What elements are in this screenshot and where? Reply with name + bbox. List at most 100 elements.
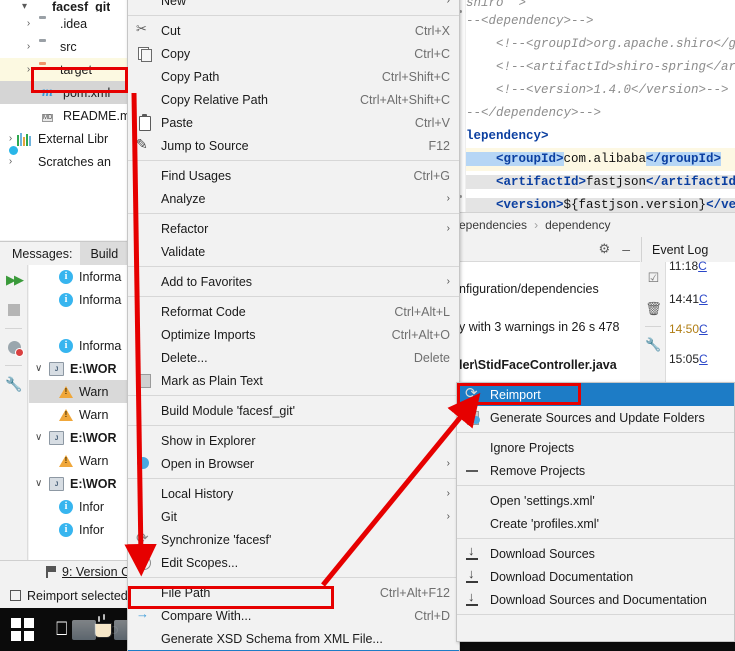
event-time: 11:18 — [669, 259, 699, 273]
menu-item-copy-path[interactable]: Copy Path Ctrl+Shift+C — [128, 65, 459, 88]
tab-build[interactable]: Build — [80, 241, 129, 266]
menu-label: Download Sources — [490, 546, 595, 561]
event-link[interactable]: C — [699, 292, 708, 306]
chevron-right-icon[interactable]: › — [22, 18, 35, 29]
scratches-icon — [17, 154, 34, 169]
menu-item-jump-to-source[interactable]: Jump to Source F12 — [128, 134, 459, 157]
menu-item-local-history[interactable]: Local History › — [128, 482, 459, 505]
menu-item-find-usages[interactable]: Find Usages Ctrl+G — [128, 164, 459, 187]
submenu-item-ignore-projects[interactable]: Ignore Projects — [457, 436, 734, 459]
maven-submenu[interactable]: Reimport Generate Sources and Update Fol… — [456, 382, 735, 642]
submenu-item-download-sources[interactable]: Download Sources — [457, 542, 734, 565]
stop-icon[interactable] — [0, 295, 28, 325]
menu-item-analyze[interactable]: Analyze › — [128, 187, 459, 210]
submenu-item-download-sources-and-documentation[interactable]: Download Sources and Documentation — [457, 588, 734, 611]
refresh-icon — [136, 529, 152, 547]
event-log-entry[interactable]: 14:50C — [669, 322, 708, 336]
menu-separator — [128, 15, 459, 16]
status-reimport[interactable]: Reimport selected — [0, 589, 134, 603]
menu-item-new[interactable]: New › — [128, 0, 459, 12]
breadcrumb-item[interactable]: ependencies — [459, 218, 527, 232]
menu-shortcut: Ctrl+C — [414, 46, 450, 61]
chevron-right-icon: › — [446, 223, 450, 234]
build-result-line: nfiguration/dependencies — [459, 282, 599, 296]
chevron-right-icon[interactable]: › — [22, 64, 35, 75]
submenu-item-generate-sources[interactable]: Generate Sources and Update Folders — [457, 406, 734, 429]
submenu-item-download-documentation[interactable]: Download Documentation — [457, 565, 734, 588]
menu-shortcut: Ctrl+G — [413, 168, 450, 183]
rerun-icon[interactable]: ▶▶ — [0, 265, 28, 295]
submenu-item-remove-projects[interactable]: Remove Projects — [457, 459, 734, 482]
menu-shortcut: Ctrl+D — [414, 608, 450, 623]
event-log-entry[interactable]: 15:05C — [669, 352, 708, 366]
gear-icon[interactable]: ⚙ — [599, 241, 611, 257]
menu-item-delete[interactable]: Delete... Delete — [128, 346, 459, 369]
menu-item-generate-xsd-schema[interactable]: Generate XSD Schema from XML File... — [128, 627, 459, 650]
breadcrumb-item[interactable]: dependency — [545, 218, 610, 232]
menu-item-reformat-code[interactable]: Reformat Code Ctrl+Alt+L — [128, 300, 459, 323]
chevron-down-icon[interactable]: ▾ — [18, 1, 31, 12]
event-link[interactable]: C — [698, 259, 707, 273]
menu-separator — [128, 213, 459, 214]
submenu-item-show-effective-pom[interactable] — [457, 618, 734, 641]
settings-wrench-icon[interactable]: 🔧 — [0, 369, 28, 399]
menu-item-mark-as-plain-text[interactable]: Mark as Plain Text — [128, 369, 459, 392]
event-log-entry[interactable]: 14:41C — [669, 292, 708, 306]
messages-side-toolbar[interactable]: ▶▶ 🔧 — [0, 265, 28, 560]
event-log-entry[interactable]: 11:18C — [669, 259, 707, 273]
menu-item-build-module[interactable]: Build Module 'facesf_git' — [128, 399, 459, 422]
breadcrumb[interactable]: ependencies › dependency — [456, 212, 735, 236]
compare-icon — [136, 606, 152, 623]
settings-wrench-icon[interactable]: 🔧 — [641, 329, 666, 360]
build-result-toolbar: ⚙ – — [457, 237, 640, 262]
info-icon: i — [59, 522, 73, 537]
submenu-item-create-profiles-xml[interactable]: Create 'profiles.xml' — [457, 512, 734, 535]
menu-separator — [457, 538, 734, 539]
minimize-icon[interactable]: – — [622, 241, 630, 257]
chevron-right-icon[interactable]: › — [22, 41, 35, 52]
submenu-item-reimport[interactable]: Reimport — [457, 383, 734, 406]
menu-item-open-in-browser[interactable]: Open in Browser › — [128, 452, 459, 475]
download-icon — [465, 566, 481, 584]
menu-item-paste[interactable]: Paste Ctrl+V — [128, 111, 459, 134]
menu-item-copy-relative-path[interactable]: Copy Relative Path Ctrl+Alt+Shift+C — [128, 88, 459, 111]
menu-item-show-in-explorer[interactable]: Show in Explorer — [128, 429, 459, 452]
editor-code[interactable]: shiro > --<dependency>--> <!--<groupId>o… — [466, 0, 735, 212]
message-text: Informa — [79, 338, 122, 353]
checkbox-icon[interactable] — [10, 590, 21, 601]
chevron-down-icon[interactable]: ∨ — [35, 363, 49, 374]
mark-read-icon[interactable]: ☑ — [641, 262, 666, 293]
xml-editor[interactable]: shiro > --<dependency>--> <!--<groupId>o… — [456, 0, 735, 212]
code-line: <!--<groupId>org.apache.shiro</g — [466, 37, 735, 51]
menu-label: Delete... — [161, 350, 208, 365]
code-line: <!--<artifactId>shiro-spring</ar — [466, 60, 735, 74]
message-text: Warn — [79, 453, 109, 468]
chevron-right-icon[interactable]: › — [4, 133, 17, 144]
submenu-item-open-settings-xml[interactable]: Open 'settings.xml' — [457, 489, 734, 512]
menu-label: Cut — [161, 23, 181, 38]
chevron-down-icon[interactable]: ∨ — [35, 478, 49, 489]
tree-item-label: Scratches an — [38, 154, 111, 169]
file-context-menu[interactable]: New › Cut Ctrl+X Copy Ctrl+C Copy Path Ctrl+… — [127, 0, 460, 651]
menu-item-copy[interactable]: Copy Ctrl+C — [128, 42, 459, 65]
event-link[interactable]: C — [699, 352, 708, 366]
menu-item-add-to-favorites[interactable]: Add to Favorites › — [128, 270, 459, 293]
menu-item-compare-with[interactable]: Compare With... Ctrl+D — [128, 604, 459, 627]
menu-item-file-path[interactable]: File Path Ctrl+Alt+F12 — [128, 581, 459, 604]
event-link[interactable]: C — [699, 322, 708, 336]
warning-icon — [59, 454, 73, 467]
chevron-down-icon[interactable]: ∨ — [35, 432, 49, 443]
menu-item-git[interactable]: Git › — [128, 505, 459, 528]
menu-item-synchronize[interactable]: Synchronize 'facesf' — [128, 528, 459, 551]
menu-item-optimize-imports[interactable]: Optimize Imports Ctrl+Alt+O — [128, 323, 459, 346]
download-icon — [465, 543, 481, 561]
menu-item-validate[interactable]: Validate — [128, 240, 459, 263]
menu-item-refactor[interactable]: Refactor › — [128, 217, 459, 240]
trash-icon[interactable]: 🗑 — [641, 293, 666, 324]
generate-sources-icon — [465, 410, 481, 425]
menu-item-edit-scopes[interactable]: Edit Scopes... — [128, 551, 459, 574]
menu-item-cut[interactable]: Cut Ctrl+X — [128, 19, 459, 42]
toggle-soft-wrap-icon[interactable] — [0, 332, 28, 362]
chevron-right-icon[interactable]: › — [4, 156, 17, 167]
menu-label: Synchronize 'facesf' — [161, 532, 272, 547]
